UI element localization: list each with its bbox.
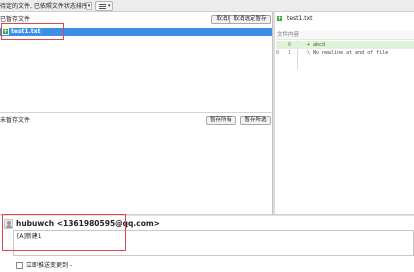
file-filter-label[interactable]: 待定的文件, 已依照文件状态排序 (0, 2, 88, 11)
pane-divider[interactable] (0, 112, 272, 113)
diff-section-header: 文件内容 (276, 31, 414, 40)
stage-all-button[interactable]: 暂存所有 (206, 116, 236, 125)
stage-selected-button[interactable]: 暂存所选 (240, 116, 271, 125)
file-filter-toolbar: 待定的文件, 已依照文件状态排序 ▾ ▾ (0, 0, 414, 12)
old-line-number: 0 (288, 42, 292, 48)
annotation-box-staged-file (1, 23, 64, 40)
unstage-selected-button[interactable]: 取消选定暂存 (229, 15, 271, 24)
file-added-icon: + (276, 15, 283, 22)
old-line-number: 1 (288, 50, 292, 56)
new-line-number: 0 (276, 50, 280, 56)
diff-line-text: + abcd (307, 42, 326, 48)
filter-dropdown-icon[interactable]: ▾ (86, 2, 92, 10)
list-icon (99, 4, 106, 9)
push-changes-label: 立即推送变更到 - (26, 262, 73, 269)
diff-line-text: \ No newline at end of file (307, 50, 389, 56)
vertical-splitter[interactable] (272, 12, 275, 214)
chevron-down-icon: ▾ (108, 3, 111, 9)
annotation-box-commit (2, 214, 126, 251)
diff-line: 0 + abcd (276, 41, 414, 49)
diff-file-name: test1.txt (287, 15, 313, 22)
unstaged-files-title: 未暂存文件 (0, 117, 31, 124)
push-checkbox[interactable] (16, 262, 23, 269)
view-mode-button[interactable]: ▾ (95, 1, 113, 11)
diff-line: 1 0 \ No newline at end of file (276, 49, 414, 57)
